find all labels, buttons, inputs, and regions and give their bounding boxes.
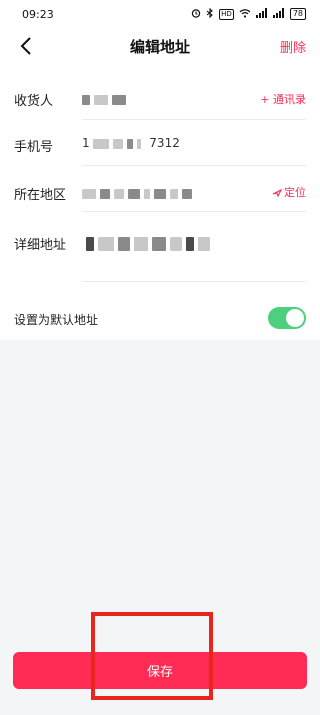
recipient-input[interactable] [82,92,130,106]
redacted-text [152,236,166,251]
phone-value-end: 7312 [149,136,180,150]
page-title: 编辑地址 [129,37,190,56]
status-time: 09:23 [22,7,54,21]
redacted-text [134,236,148,251]
recipient-row[interactable]: 收货人 + 通讯录 [0,74,320,120]
phone-value-start: 1 [82,136,90,150]
redacted-text [128,188,140,199]
highlight-box [91,612,213,700]
default-address-row: 设置为默认地址 [0,298,320,340]
redacted-text [113,138,124,149]
wifi-icon [239,8,251,21]
redacted-text [198,236,210,251]
redacted-text [98,236,114,251]
hd-icon: HD [219,8,234,20]
location-pin-icon [272,188,282,197]
redacted-text [82,188,96,199]
bluetooth-icon [206,7,214,21]
redacted-text [112,94,126,105]
redacted-text [114,188,124,199]
region-row[interactable]: 所在地区 定位 [0,166,320,212]
redacted-text [82,94,90,105]
phone-label: 手机号 [14,140,54,155]
redacted-text [170,236,182,251]
region-label: 所在地区 [14,188,67,203]
phone-row[interactable]: 手机号 1 7312 [0,120,320,166]
default-address-label: 设置为默认地址 [14,313,99,327]
redacted-text [118,236,130,251]
phone-input[interactable]: 1 7312 [82,136,180,150]
redacted-text [144,188,150,199]
signal-icon [272,7,285,21]
redacted-text [94,94,108,105]
battery-icon: 78 [289,8,306,20]
locate-button[interactable]: 定位 [272,184,306,200]
detail-label: 详细地址 [14,238,67,253]
detail-row[interactable]: 详细地址 [0,212,320,282]
back-button[interactable] [14,34,38,58]
redacted-text [127,138,134,149]
signal-icon [255,7,268,21]
status-icons: HD 78 [191,7,306,21]
region-input[interactable] [82,186,196,200]
delete-button[interactable]: 删除 [280,37,306,56]
locate-label: 定位 [284,186,306,199]
toggle-knob [286,309,304,327]
default-address-toggle[interactable] [268,307,306,329]
chevron-left-icon [20,37,31,55]
redacted-text [137,138,142,149]
detail-input[interactable] [86,236,214,251]
redacted-text [100,188,110,199]
redacted-text [93,138,110,149]
recipient-label: 收货人 [14,94,54,109]
status-bar: 09:23 HD 78 [0,0,320,28]
redacted-text [182,188,192,199]
redacted-text [154,188,166,199]
redacted-text [170,188,178,199]
contacts-link[interactable]: + 通讯录 [260,91,306,107]
alarm-icon [191,8,201,21]
divider [82,281,306,282]
nav-bar: 编辑地址 删除 [0,28,320,64]
redacted-text [86,236,94,251]
redacted-text [186,236,194,251]
